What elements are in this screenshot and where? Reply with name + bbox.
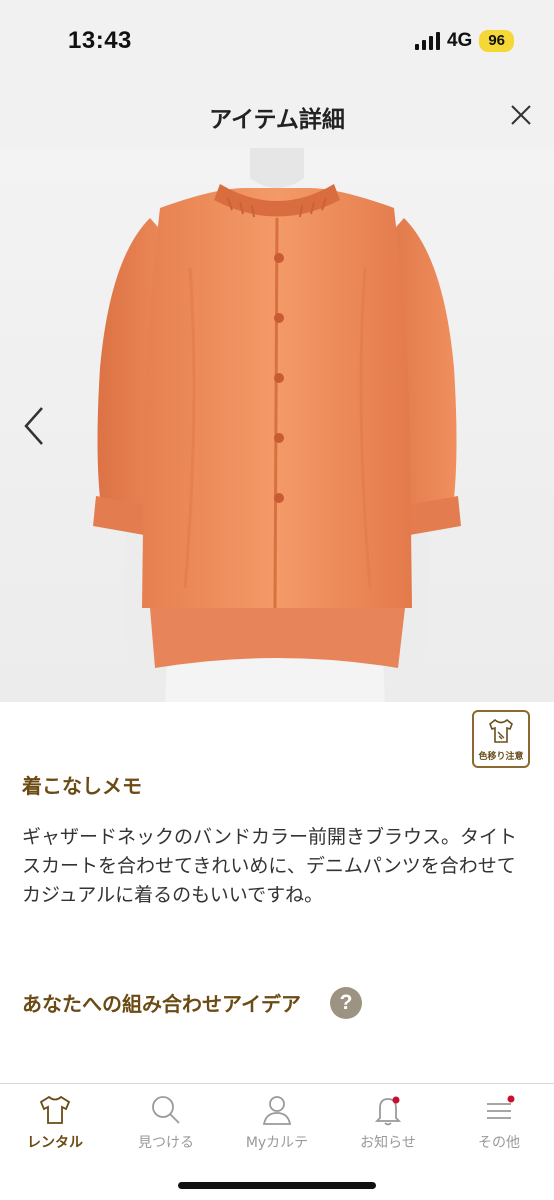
tab-my-karte[interactable]: Myカルテ bbox=[222, 1094, 332, 1164]
notification-dot bbox=[392, 1096, 400, 1104]
memo-body: ギャザードネックのバンドカラー前開きブラウス。タイトスカートを合わせてきれいめに… bbox=[22, 826, 517, 906]
close-icon[interactable] bbox=[508, 102, 534, 128]
chevron-left-icon[interactable] bbox=[20, 404, 50, 448]
tab-find[interactable]: 見つける bbox=[111, 1094, 221, 1164]
blouse-illustration bbox=[93, 148, 461, 702]
person-icon bbox=[262, 1096, 292, 1125]
signal-icon bbox=[414, 32, 440, 50]
care-label: 色移り注意 bbox=[478, 752, 524, 762]
tab-label: レンタル bbox=[27, 1135, 83, 1151]
battery-level: 96 bbox=[479, 30, 514, 52]
search-icon bbox=[152, 1096, 180, 1124]
status-indicators: 4G 96 bbox=[414, 30, 514, 52]
network-type: 4G bbox=[446, 30, 473, 51]
product-image[interactable] bbox=[0, 148, 554, 702]
help-icon[interactable]: ? bbox=[330, 987, 362, 1019]
bell-icon bbox=[374, 1096, 402, 1126]
tab-label: その他 bbox=[478, 1135, 520, 1151]
combination-heading: あなたへの組み合わせアイデア bbox=[22, 992, 301, 1016]
tab-label: Myカルテ bbox=[245, 1135, 309, 1151]
tab-label: お知らせ bbox=[360, 1135, 416, 1151]
memo-heading: 着こなしメモ bbox=[22, 774, 142, 798]
notification-dot bbox=[507, 1095, 515, 1103]
status-time: 13:43 bbox=[68, 27, 132, 54]
shirt-icon bbox=[39, 1095, 71, 1124]
tab-other[interactable]: その他 bbox=[444, 1094, 554, 1164]
status-bar: 13:43 4G 96 bbox=[0, 0, 554, 86]
tab-notifications[interactable]: お知らせ bbox=[333, 1094, 443, 1164]
nav-header: アイテム詳細 bbox=[0, 86, 554, 148]
home-indicator[interactable] bbox=[178, 1182, 376, 1189]
tab-label: 見つける bbox=[138, 1135, 194, 1151]
menu-icon bbox=[487, 1095, 515, 1119]
tshirt-icon bbox=[489, 718, 513, 743]
care-badge: 色移り注意 bbox=[472, 710, 530, 768]
tab-rental[interactable]: レンタル bbox=[0, 1094, 110, 1164]
page-title: アイテム詳細 bbox=[209, 107, 345, 133]
